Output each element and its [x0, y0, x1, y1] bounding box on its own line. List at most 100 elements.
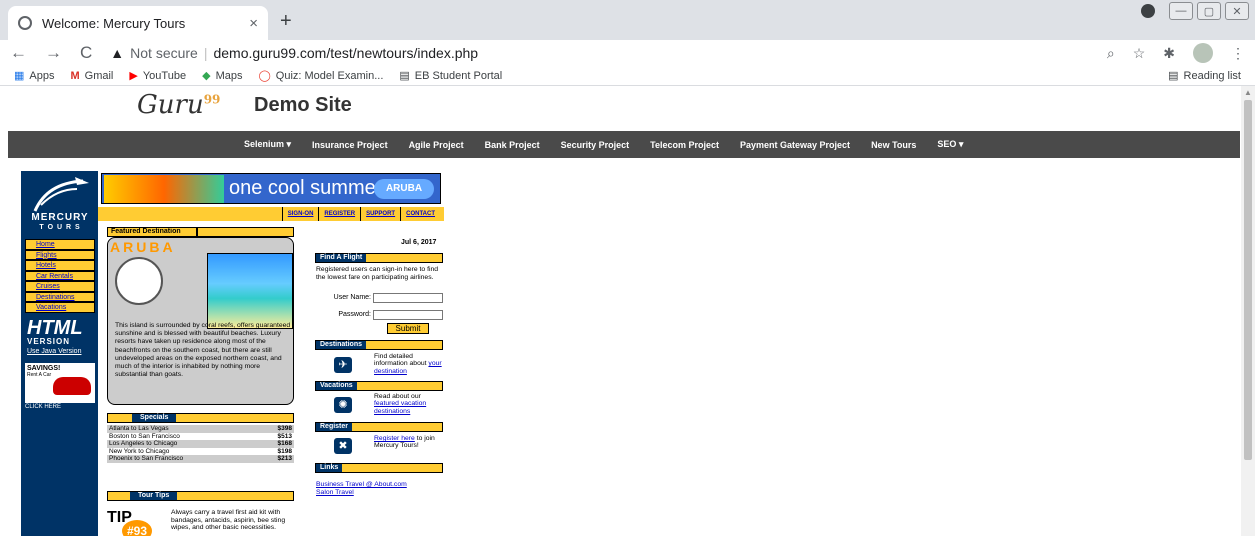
register-here-link[interactable]: Register here	[374, 435, 415, 442]
links-header: Links	[315, 463, 443, 473]
menu-seo[interactable]: SEO ▾	[937, 139, 963, 150]
vacations-text: Read about our featured vacation destina…	[374, 393, 427, 415]
bookmark-maps[interactable]: ◆ Maps	[202, 69, 242, 83]
avatar[interactable]	[1193, 43, 1213, 63]
extensions-icon[interactable]: ✱	[1163, 45, 1175, 62]
left-nav-flights[interactable]: Flights	[25, 249, 95, 260]
url-input[interactable]: demo.guru99.com/test/newtours/index.php	[213, 45, 1106, 61]
register-link[interactable]: REGISTER	[318, 207, 360, 221]
specials-header: Specials	[107, 413, 294, 423]
star-icon[interactable]: ☆	[1133, 45, 1146, 62]
vacations-header: Vacations	[315, 381, 443, 391]
not-secure-label[interactable]: Not secure	[130, 45, 198, 61]
zoom-icon[interactable]: ⌕	[1107, 45, 1115, 62]
menu-payment-gateway-project[interactable]: Payment Gateway Project	[740, 140, 850, 150]
menu-selenium[interactable]: Selenium ▾	[244, 139, 291, 150]
bookmark-apps[interactable]: ▦ Apps	[14, 69, 54, 83]
username-label: User Name:	[333, 294, 371, 301]
business-travel-link[interactable]: Business Travel @ About.com	[316, 481, 407, 489]
car-icon	[53, 377, 91, 395]
contact-link[interactable]: CONTACT	[400, 207, 440, 221]
featured-title: ARUBA	[110, 239, 176, 255]
featured-vacation-link[interactable]: featured vacation destinations	[374, 400, 426, 414]
register-text: Register here to join Mercury Tours!	[374, 435, 435, 450]
java-version-link[interactable]: Use Java Version	[27, 348, 81, 355]
close-window-button[interactable]: ✕	[1225, 2, 1249, 20]
left-column: MERCURY T O U R S Home Flights Hotels Ca…	[21, 171, 98, 536]
bookmarks-bar: ▦ Apps M Gmail ▶ YouTube ◆ Maps ◯ Quiz: Model…	[0, 66, 1255, 86]
site-title: Demo Site	[254, 94, 352, 116]
quiz-icon: ◯	[258, 70, 271, 82]
globe-icon	[18, 16, 32, 30]
browser-tab[interactable]: Welcome: Mercury Tours ×	[8, 6, 268, 40]
gmail-icon: M	[70, 69, 80, 82]
bookmark-youtube[interactable]: ▶ YouTube	[129, 69, 186, 83]
salon-travel-link[interactable]: Salon Travel	[316, 489, 407, 497]
globe-icon	[115, 257, 163, 305]
aruba-banner[interactable]: one cool summer ARUBA	[101, 173, 441, 204]
find-flight-text: Registered users can sign-in here to fin…	[316, 266, 439, 281]
password-input[interactable]	[373, 310, 443, 320]
maps-icon: ◆	[202, 70, 211, 82]
menu-security-project[interactable]: Security Project	[561, 140, 630, 150]
savings-ad[interactable]: SAVINGS! Rent A Car	[25, 363, 95, 403]
youtube-icon: ▶	[129, 70, 138, 82]
banner-text: one cool summer	[229, 177, 383, 199]
tab-bar: Welcome: Mercury Tours × + — ▢ ✕	[0, 0, 1255, 40]
close-icon[interactable]: ×	[249, 15, 258, 32]
scrollbar-thumb[interactable]	[1244, 100, 1252, 460]
menu-telecom-project[interactable]: Telecom Project	[650, 140, 719, 150]
click-here-link[interactable]: CLICK HERE	[25, 404, 61, 410]
destinations-text: Find detailed information about your des…	[374, 353, 442, 375]
minimize-button[interactable]: —	[1169, 2, 1193, 20]
list-item: Atlanta to Las Vegas $398	[107, 425, 294, 433]
bookmark-eb-portal[interactable]: ▤ EB Student Portal	[399, 69, 502, 83]
menu-icon[interactable]: ⋮	[1231, 45, 1245, 62]
left-nav-destinations[interactable]: Destinations	[25, 291, 95, 302]
tip-number: #93	[122, 520, 152, 536]
submit-button[interactable]: Submit	[387, 323, 429, 334]
username-input[interactable]	[373, 293, 443, 303]
top-nav: SIGN-ON REGISTER SUPPORT CONTACT	[98, 207, 444, 221]
maximize-button[interactable]: ▢	[1197, 2, 1221, 20]
aruba-logo: ARUBA	[374, 179, 434, 199]
find-flight-header: Find A Flight	[315, 253, 443, 263]
menu-bank-project[interactable]: Bank Project	[485, 140, 540, 150]
list-item: Los Angeles to Chicago $168	[107, 440, 294, 448]
menu-insurance-project[interactable]: Insurance Project	[312, 140, 388, 150]
menu-new-tours[interactable]: New Tours	[871, 140, 916, 150]
reload-icon[interactable]: C	[80, 43, 92, 63]
register-header: Register	[315, 422, 443, 432]
list-item: Boston to San Francisco $513	[107, 432, 294, 440]
links-list: Business Travel @ About.com Salon Travel	[316, 481, 407, 496]
html-version-label: HTML	[27, 317, 83, 339]
left-nav-cruises[interactable]: Cruises	[25, 281, 95, 292]
left-nav-hotels[interactable]: Hotels	[25, 260, 95, 271]
guru-logo[interactable]: Guru99	[137, 90, 220, 120]
scroll-up-icon[interactable]: ▲	[1244, 88, 1252, 97]
tour-tips-header: Tour Tips	[107, 491, 294, 501]
back-icon[interactable]: ←	[10, 43, 27, 63]
html-version-sub: VERSION	[27, 337, 71, 346]
new-tab-button[interactable]: +	[280, 10, 292, 33]
left-nav: Home Flights Hotels Car Rentals Cruises …	[25, 239, 95, 313]
mercury-tours-frame: MERCURY T O U R S Home Flights Hotels Ca…	[21, 171, 444, 536]
beach-image	[104, 175, 224, 203]
password-label: Password:	[338, 311, 371, 318]
menu-agile-project[interactable]: Agile Project	[409, 140, 464, 150]
forward-icon[interactable]: →	[45, 43, 62, 63]
reading-list[interactable]: ▤ Reading list	[1168, 69, 1241, 83]
left-nav-home[interactable]: Home	[25, 239, 95, 250]
left-nav-vacations[interactable]: Vacations	[25, 302, 95, 313]
support-link[interactable]: SUPPORT	[360, 207, 400, 221]
bookmark-quiz[interactable]: ◯ Quiz: Model Examin...	[258, 69, 383, 83]
featured-description: This island is surrounded by coral reefs…	[115, 322, 291, 379]
profile-dot-icon[interactable]	[1141, 4, 1155, 18]
page-content: Guru99 Demo Site Selenium ▾ Insurance Pr…	[0, 86, 1255, 536]
bookmark-gmail[interactable]: M Gmail	[70, 70, 113, 82]
warning-icon[interactable]: ▲	[110, 45, 124, 61]
left-nav-car-rentals[interactable]: Car Rentals	[25, 270, 95, 281]
page-scrollbar[interactable]: ▲	[1241, 86, 1255, 536]
sign-on-link[interactable]: SIGN-ON	[281, 207, 319, 221]
specials-list: Atlanta to Las Vegas $398 Boston to San F…	[107, 425, 294, 463]
